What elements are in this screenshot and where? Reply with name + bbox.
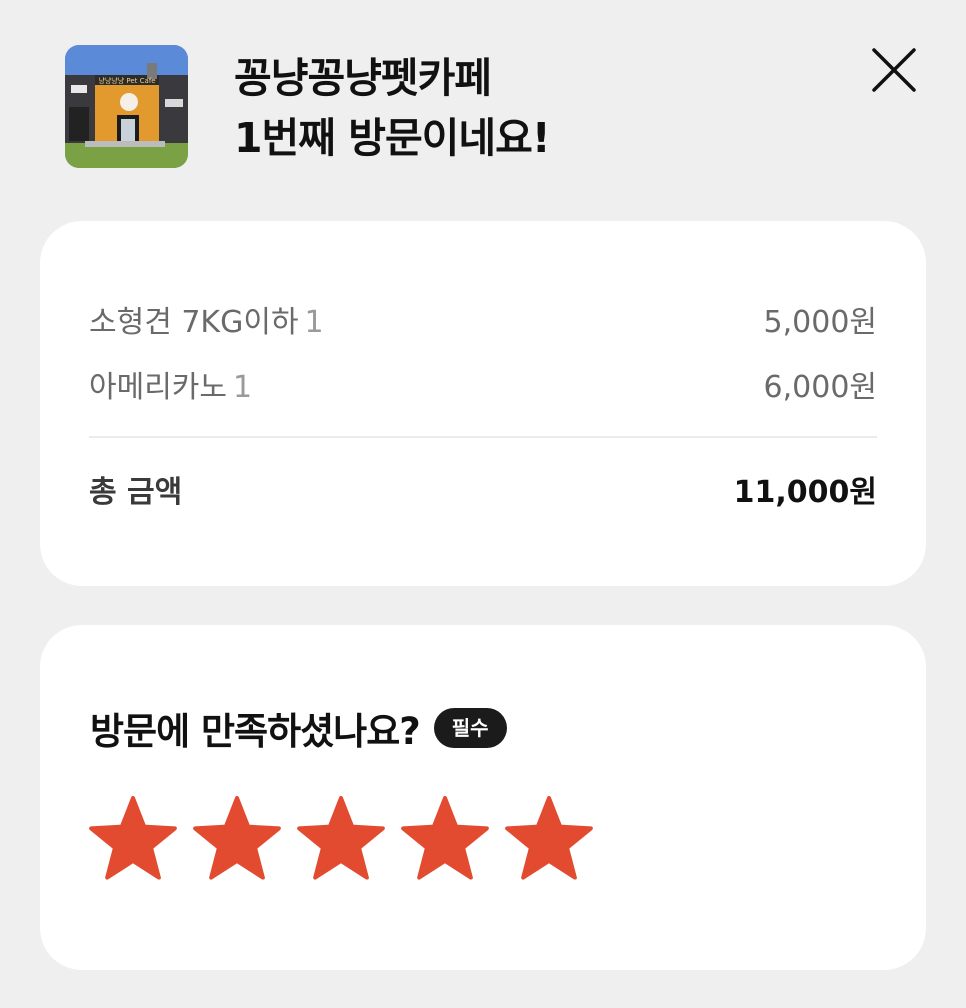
- order-item-name: 아메리카노: [89, 370, 227, 405]
- rating-card: 방문에 만족하셨나요? 필수: [40, 625, 926, 970]
- header-text: 꽁냥꽁냥펫카페 1번째 방문이네요!: [234, 48, 551, 168]
- order-item-row: 소형견 7KG이하 1 5,000원: [89, 294, 877, 344]
- star-button-5[interactable]: [504, 795, 594, 885]
- rating-question: 방문에 만족하셨나요?: [90, 710, 421, 753]
- close-button[interactable]: [866, 42, 922, 98]
- visit-header: 냥냥냥냥 Pet Cafe 꽁냥꽁냥펫카페 1번째 방문이네요!: [0, 0, 966, 200]
- total-label: 총 금액: [89, 475, 183, 510]
- order-item-price: 6,000원: [763, 370, 877, 405]
- order-item-name-wrap: 소형견 7KG이하 1: [89, 297, 324, 341]
- star-button-1[interactable]: [88, 795, 178, 885]
- star-button-3[interactable]: [296, 795, 386, 885]
- star-icon: [505, 796, 593, 880]
- star-icon: [297, 796, 385, 880]
- order-item-qty: 1: [304, 305, 324, 340]
- order-item-name-wrap: 아메리카노 1: [89, 362, 252, 406]
- star-icon: [401, 796, 489, 880]
- required-badge: 필수: [433, 708, 507, 748]
- order-total-row: 총 금액 11,000원: [89, 464, 877, 514]
- star-icon: [89, 796, 177, 880]
- star-rating[interactable]: [88, 795, 594, 885]
- rating-header: 방문에 만족하셨나요? 필수: [90, 701, 507, 755]
- star-icon: [193, 796, 281, 880]
- order-item-price: 5,000원: [763, 305, 877, 340]
- visit-count-message: 1번째 방문이네요!: [234, 114, 551, 162]
- order-item-row: 아메리카노 1 6,000원: [89, 359, 877, 409]
- order-summary-card: 소형견 7KG이하 1 5,000원 아메리카노 1 6,000원 총 금액 11,…: [40, 221, 926, 586]
- order-item-qty: 1: [233, 370, 253, 405]
- store-name: 꽁냥꽁냥펫카페: [234, 54, 492, 102]
- star-button-4[interactable]: [400, 795, 490, 885]
- close-icon: [872, 48, 916, 92]
- store-thumbnail: 냥냥냥냥 Pet Cafe: [65, 45, 188, 168]
- total-value: 11,000원: [733, 475, 877, 510]
- star-button-2[interactable]: [192, 795, 282, 885]
- thumbnail-sign-text: 냥냥냥냥 Pet Cafe: [98, 76, 155, 85]
- divider: [89, 436, 877, 438]
- order-item-name: 소형견 7KG이하: [89, 305, 299, 340]
